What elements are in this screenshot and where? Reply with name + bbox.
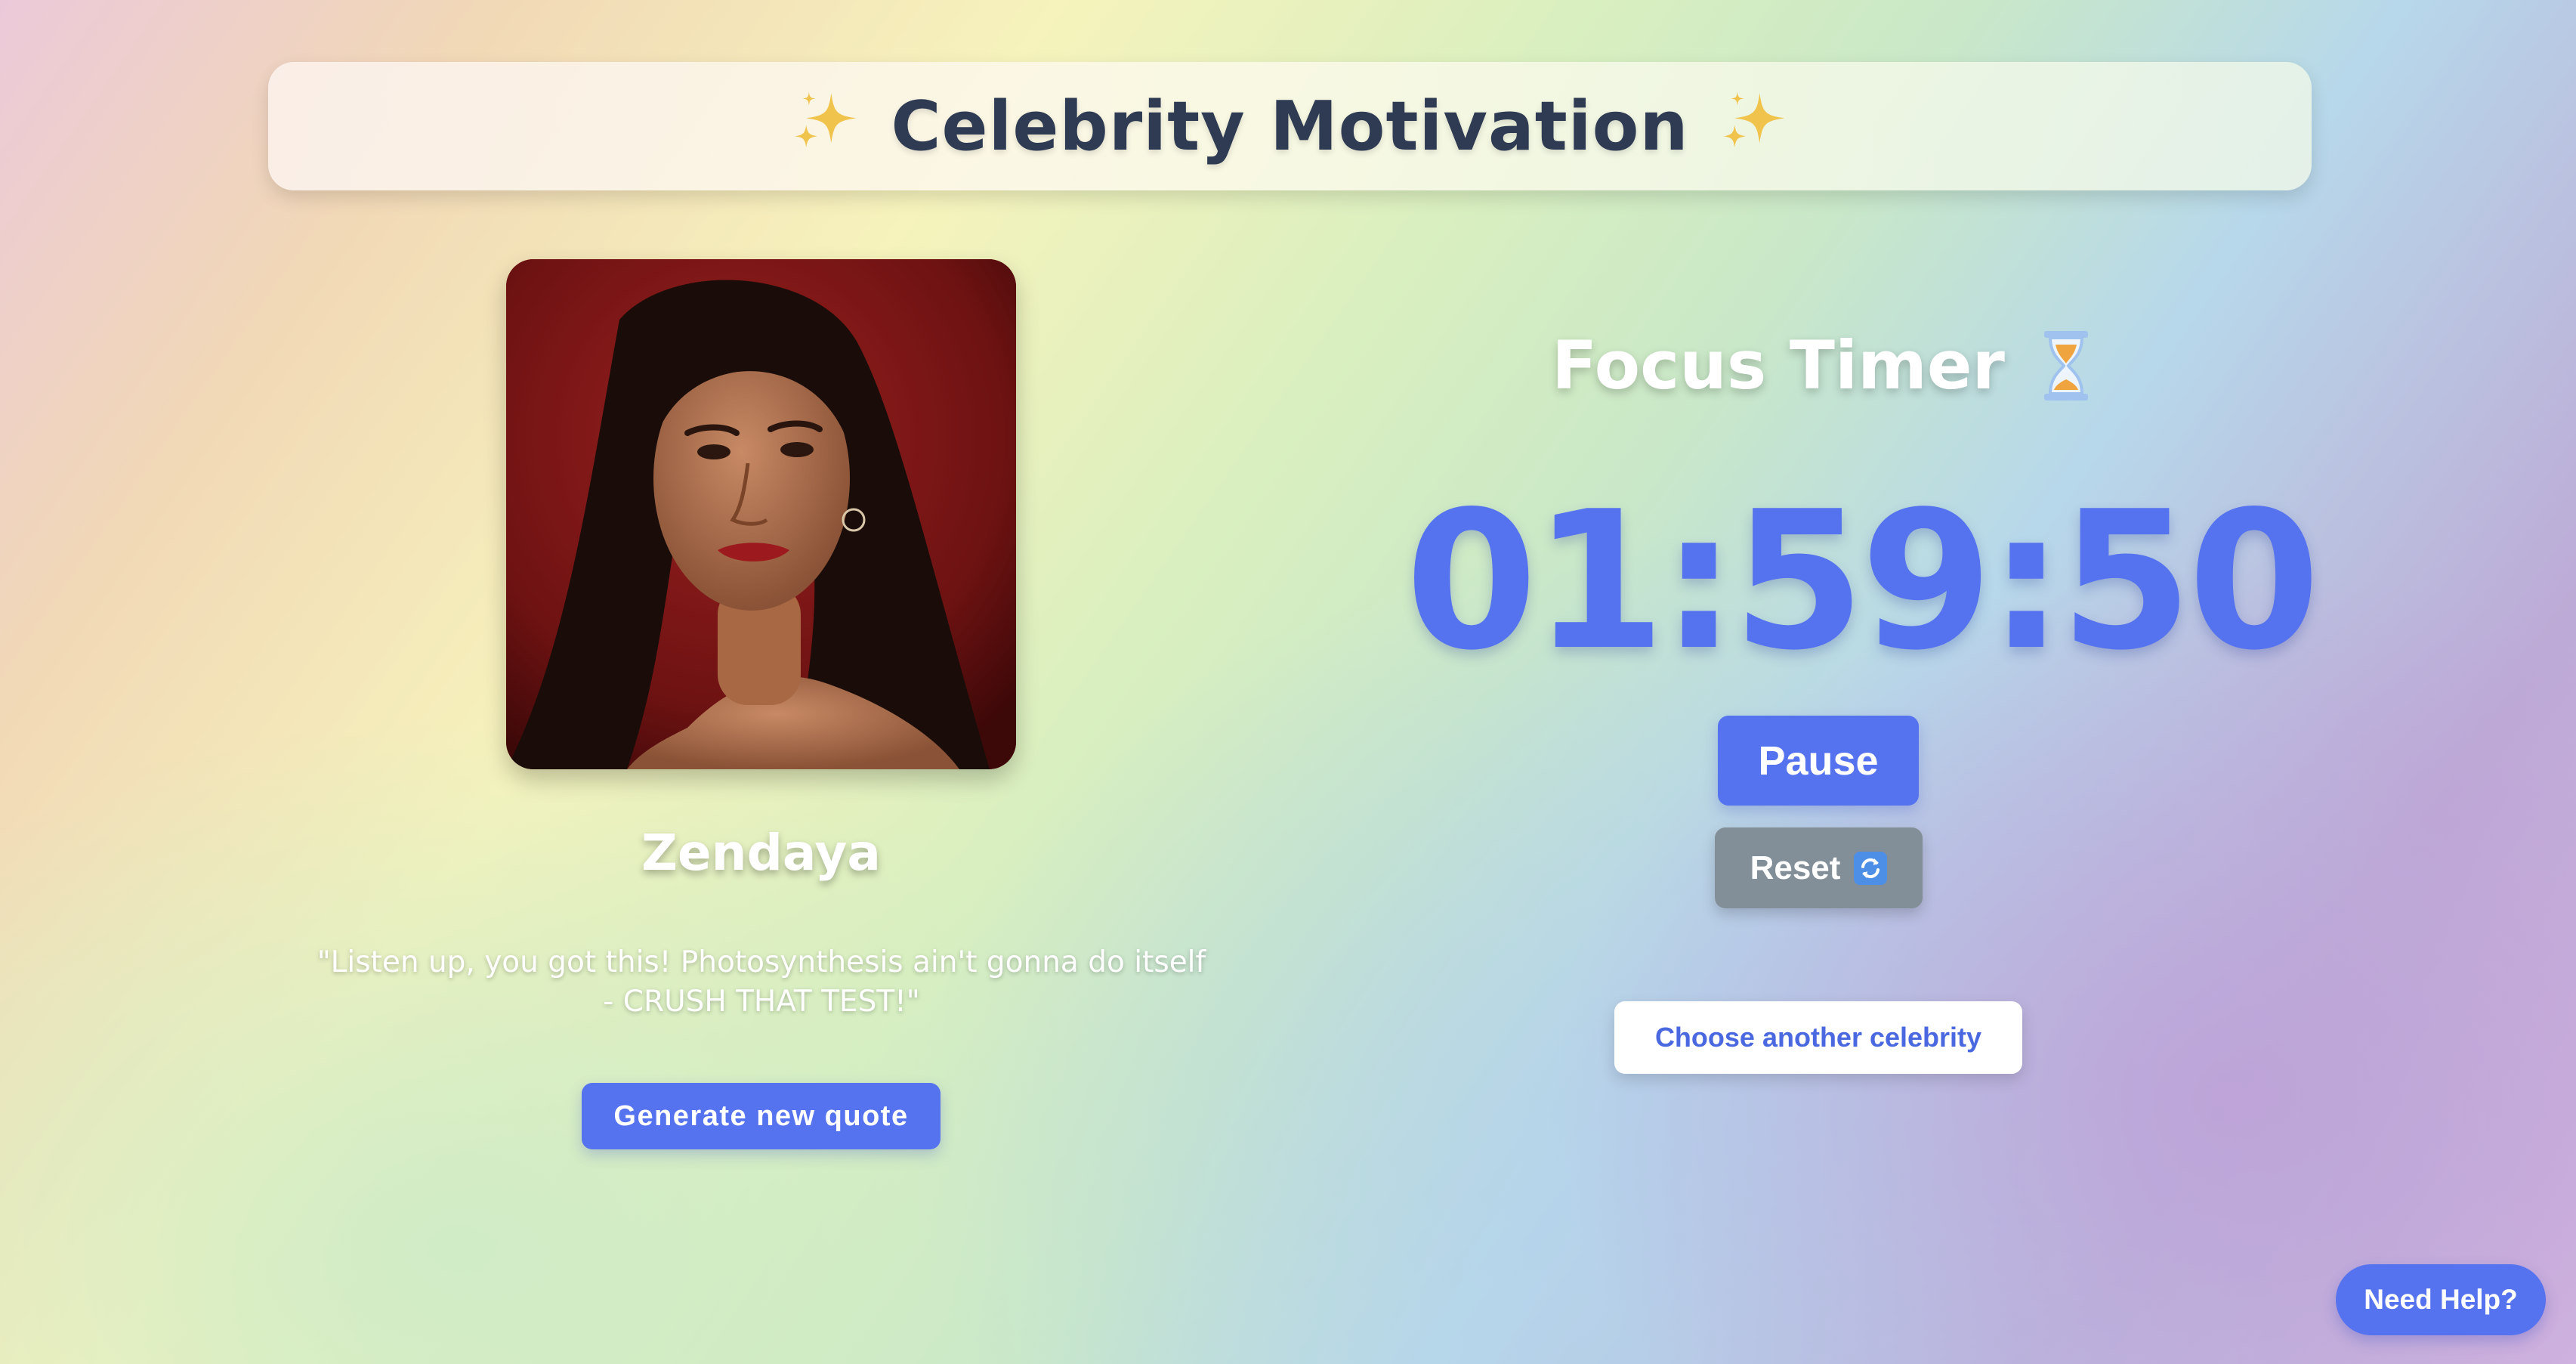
- celebrity-quote: "Listen up, you got this! Photosynthesis…: [317, 945, 1206, 1019]
- header-bar: Celebrity Motivation: [268, 62, 2312, 190]
- reset-button-label: Reset: [1750, 849, 1841, 886]
- pause-button[interactable]: Pause: [1718, 716, 1919, 806]
- sparkles-icon: [791, 86, 860, 166]
- timer-title: Focus Timer: [1405, 326, 2236, 404]
- app-title-text: Celebrity Motivation: [891, 86, 1689, 166]
- app-title: Celebrity Motivation: [791, 86, 1788, 166]
- timer-title-text: Focus Timer: [1552, 326, 2005, 404]
- celebrity-photo: [506, 259, 1016, 769]
- sparkles-icon: [1719, 86, 1789, 166]
- reset-button[interactable]: Reset: [1715, 827, 1923, 908]
- choose-celebrity-button[interactable]: Choose another celebrity: [1614, 1001, 2022, 1074]
- hourglass-icon: [2043, 329, 2090, 402]
- need-help-button[interactable]: Need Help?: [2336, 1264, 2546, 1335]
- refresh-icon: [1854, 851, 1888, 885]
- generate-quote-button[interactable]: Generate new quote: [582, 1083, 941, 1149]
- timer-display: 01:59:50: [1405, 471, 2321, 692]
- celebrity-name: Zendaya: [641, 824, 881, 882]
